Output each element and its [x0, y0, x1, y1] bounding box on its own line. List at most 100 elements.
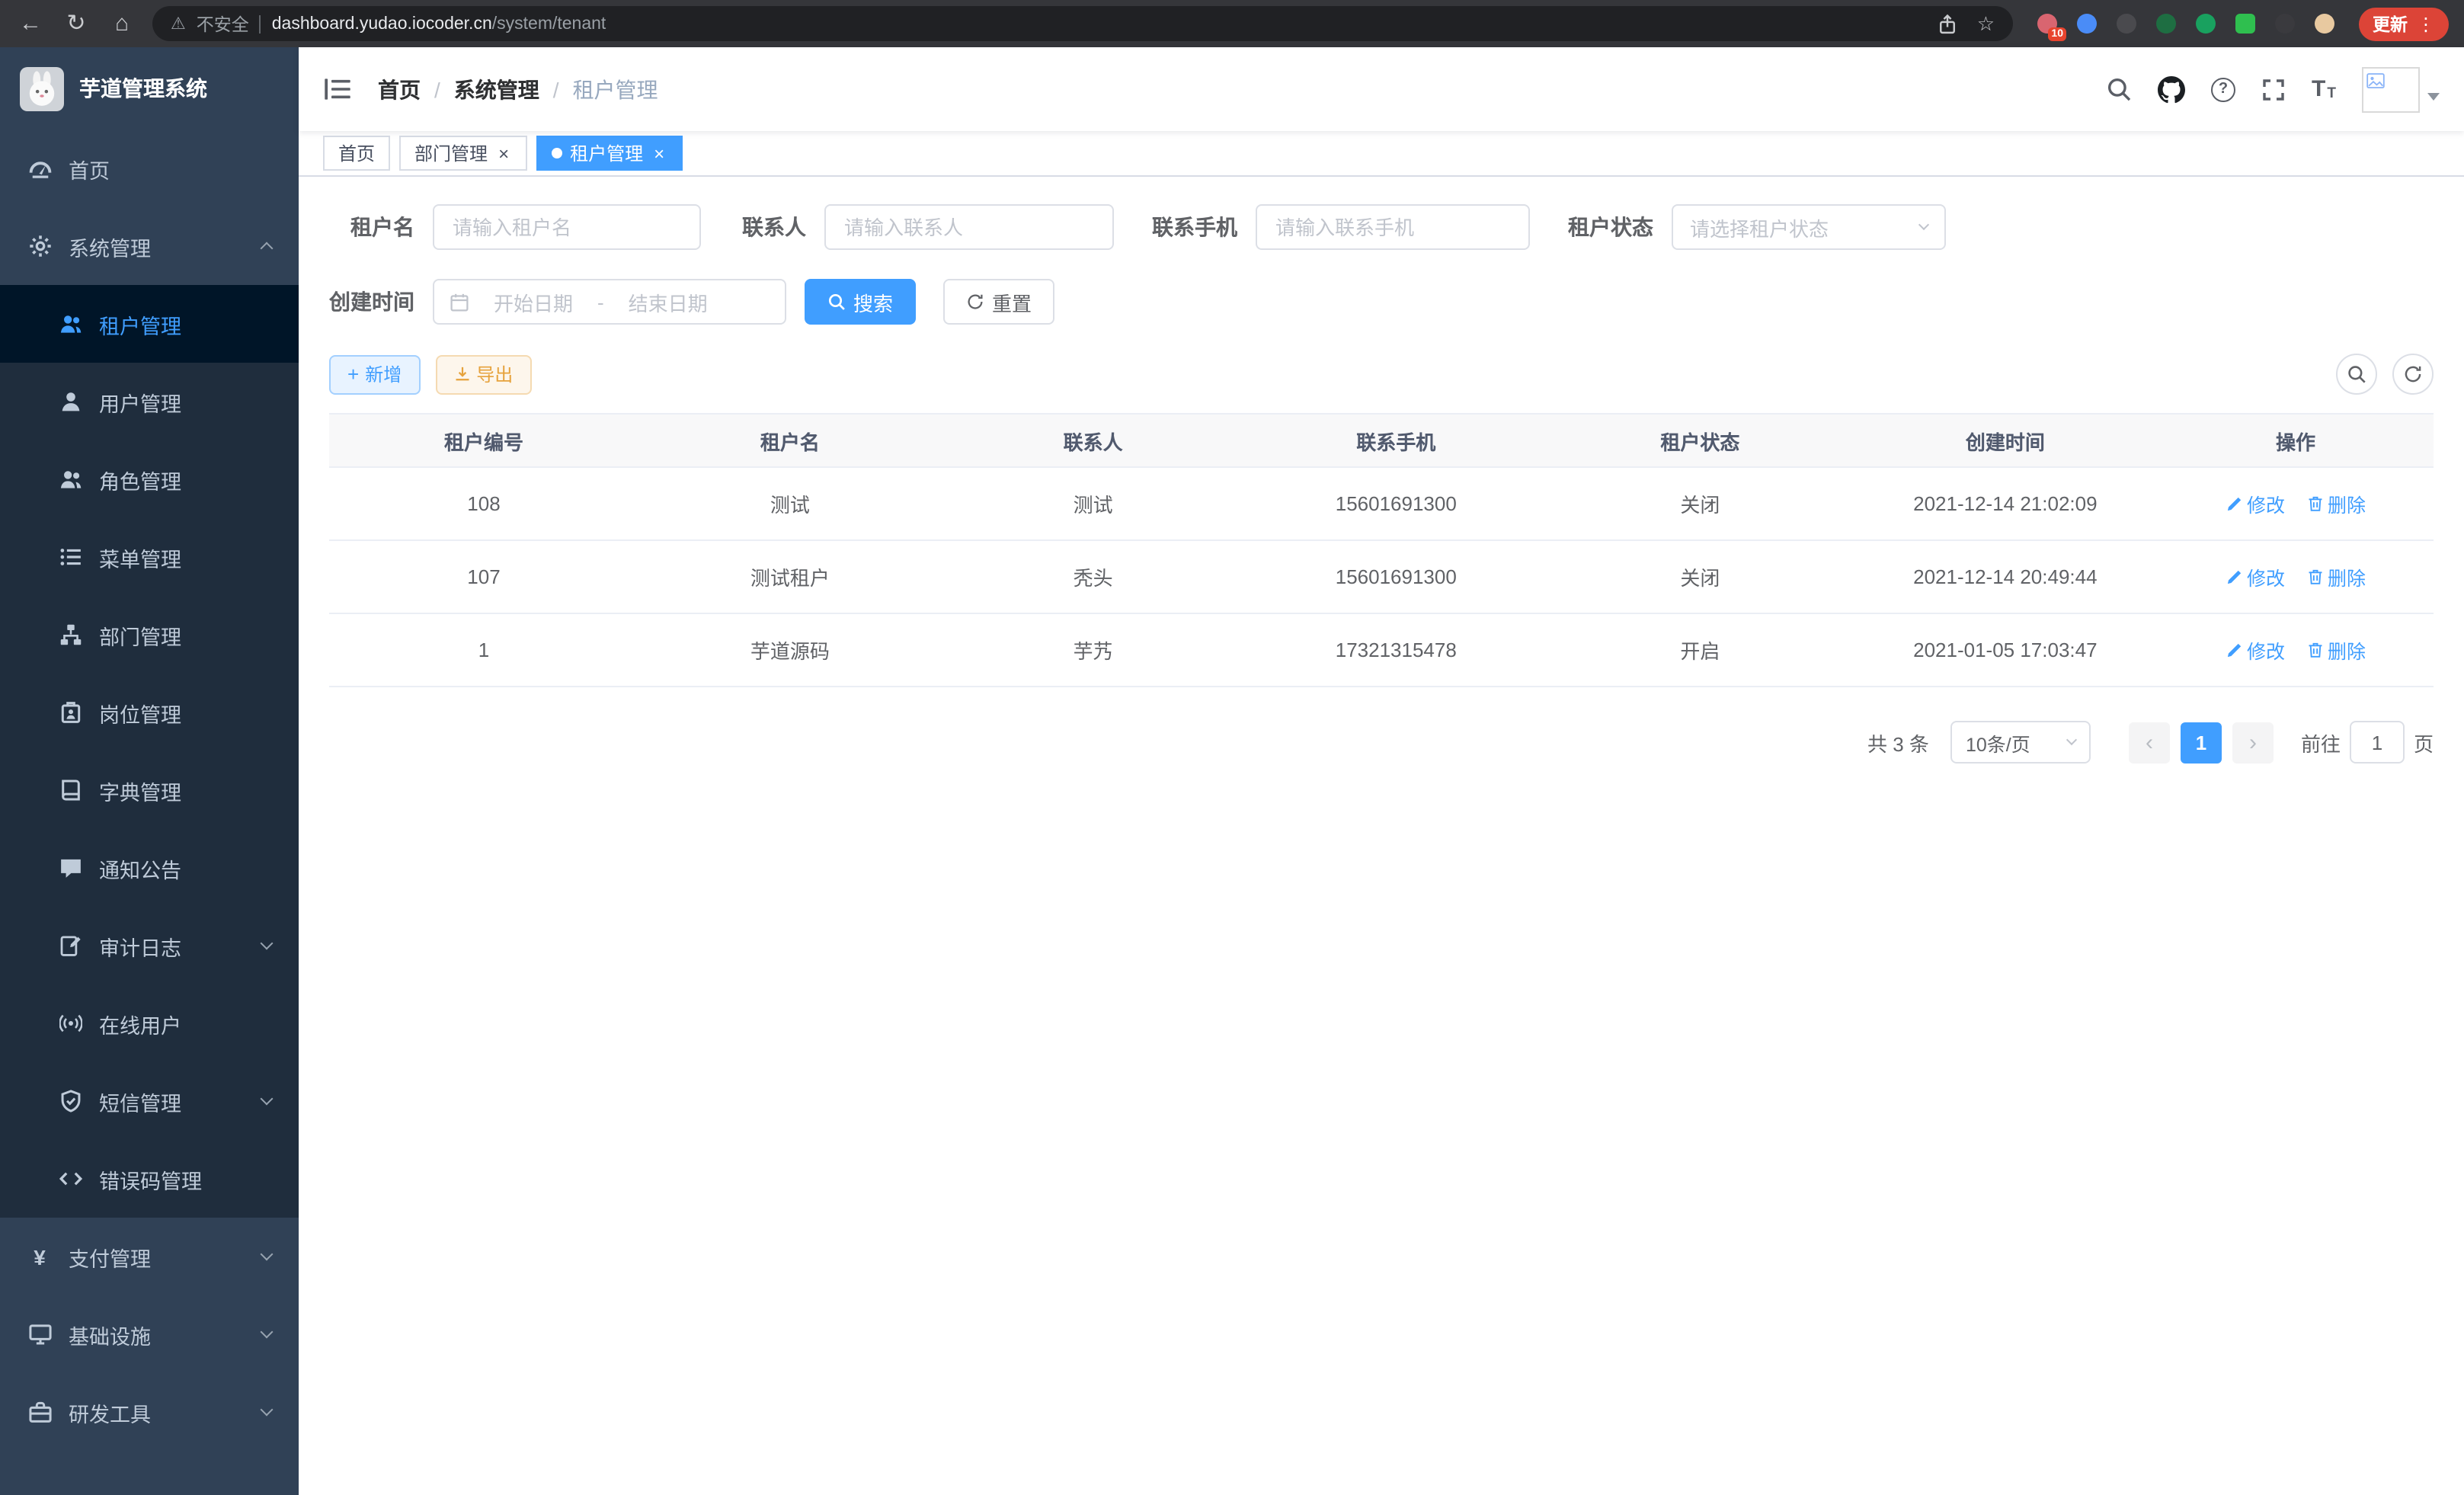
close-icon[interactable]: ×: [495, 142, 512, 164]
toggle-search-button[interactable]: [2336, 354, 2377, 395]
help-icon[interactable]: ?: [2211, 77, 2235, 101]
tenant-table: 租户编号 租户名 联系人 联系手机 租户状态 创建时间 操作 108 测试: [329, 413, 2434, 687]
status-cell: 关闭: [1547, 467, 1852, 540]
add-button[interactable]: + 新增: [329, 354, 420, 394]
refresh-button[interactable]: [2392, 354, 2434, 395]
sidebar-item-user[interactable]: 用户管理: [0, 363, 299, 440]
font-size-icon[interactable]: TT: [2312, 78, 2336, 101]
extension-icon-6[interactable]: [2232, 11, 2258, 37]
sidebar-item-system[interactable]: 系统管理: [0, 207, 299, 285]
col-tenant-id: 租户编号: [329, 414, 638, 467]
sidebar-item-role[interactable]: 角色管理: [0, 440, 299, 518]
chevron-down-icon: [1918, 219, 1929, 230]
close-icon[interactable]: ×: [651, 142, 667, 164]
filter-row-2: 创建时间 开始日期 - 结束日期 搜索 重置: [329, 279, 2434, 325]
tenant-name-input[interactable]: [433, 204, 701, 250]
breadcrumb: 首页 / 系统管理 / 租户管理: [378, 74, 658, 104]
dict-icon: [58, 779, 82, 802]
breadcrumb-system[interactable]: 系统管理: [454, 74, 539, 104]
github-icon[interactable]: [2158, 75, 2185, 103]
yen-icon: ¥: [27, 1246, 52, 1267]
chevron-down-icon: [261, 1404, 274, 1417]
breadcrumb-home[interactable]: 首页: [378, 74, 421, 104]
chevron-up-icon: [261, 242, 274, 255]
sidebar-item-payment[interactable]: ¥ 支付管理: [0, 1218, 299, 1295]
tab-dept[interactable]: 部门管理 ×: [399, 136, 527, 171]
sidebar-item-menu[interactable]: 菜单管理: [0, 518, 299, 596]
next-page-button[interactable]: ›: [2232, 722, 2274, 763]
edit-link[interactable]: 修改: [2226, 635, 2285, 664]
browser-home-icon[interactable]: ⌂: [107, 12, 137, 35]
tab-tenant[interactable]: 租户管理 ×: [536, 136, 683, 171]
filter-row-1: 租户名 联系人 联系手机 租户状态 请选择租户状态: [329, 204, 2434, 250]
page-number-button[interactable]: 1: [2181, 722, 2222, 763]
sidebar-item-error-code[interactable]: 错误码管理: [0, 1140, 299, 1218]
menu-list-icon: [58, 546, 82, 568]
tenant-status-select[interactable]: 请选择租户状态: [1672, 204, 1946, 250]
page-size-select[interactable]: 10条/页: [1950, 721, 2091, 764]
edit-link[interactable]: 修改: [2226, 489, 2285, 518]
extension-icon-5[interactable]: [2193, 11, 2219, 37]
edit-link[interactable]: 修改: [2226, 562, 2285, 591]
extension-icon-1[interactable]: 10: [2034, 11, 2060, 37]
phone-input[interactable]: [1256, 204, 1530, 250]
search-icon[interactable]: [2106, 76, 2132, 102]
sidebar-item-infra[interactable]: 基础设施: [0, 1295, 299, 1373]
status-cell: 关闭: [1547, 540, 1852, 613]
delete-link[interactable]: 删除: [2306, 489, 2366, 518]
chevron-down-icon: [261, 1248, 274, 1261]
sidebar-item-sms[interactable]: 短信管理: [0, 1062, 299, 1140]
pagination: 共 3 条 10条/页 ‹ 1 › 前往 页: [329, 721, 2434, 764]
extension-icon-3[interactable]: [2114, 11, 2139, 37]
sidebar-item-audit-log[interactable]: 审计日志: [0, 907, 299, 984]
sidebar-item-online-user[interactable]: 在线用户: [0, 984, 299, 1062]
browser-update-button[interactable]: 更新 ⋮: [2359, 7, 2449, 40]
export-button[interactable]: 导出: [435, 354, 531, 394]
reset-button[interactable]: 重置: [943, 279, 1054, 325]
extension-icon-2[interactable]: [2074, 11, 2100, 37]
chevron-down-icon: [261, 1326, 274, 1339]
sidebar-item-post[interactable]: 岗位管理: [0, 674, 299, 751]
col-phone: 联系手机: [1244, 414, 1547, 467]
date-separator: -: [597, 290, 604, 313]
app-title: 芋道管理系统: [79, 73, 207, 104]
create-time-range-picker[interactable]: 开始日期 - 结束日期: [433, 279, 786, 325]
share-icon[interactable]: [1938, 13, 1959, 34]
role-icon: [58, 468, 82, 491]
security-label: 不安全: [197, 11, 249, 36]
sidebar-item-dict[interactable]: 字典管理: [0, 751, 299, 829]
browser-menu-icon[interactable]: ⋮: [2417, 13, 2435, 34]
search-button[interactable]: 搜索: [805, 279, 916, 325]
prev-page-button[interactable]: ‹: [2129, 722, 2170, 763]
browser-reload-icon[interactable]: ↻: [61, 12, 91, 35]
sidebar-item-dept[interactable]: 部门管理: [0, 596, 299, 674]
screen: ← ↻ ⌂ ⚠ 不安全 dashboard.yudao.iocoder.cn/s…: [0, 0, 2464, 1495]
user-avatar[interactable]: [2362, 66, 2440, 112]
chevron-down-icon: [261, 1093, 274, 1106]
tab-home[interactable]: 首页: [323, 136, 390, 171]
page-unit-label: 页: [2414, 728, 2434, 757]
delete-link[interactable]: 删除: [2306, 562, 2366, 591]
col-operations: 操作: [2158, 414, 2434, 467]
extension-pin-icon[interactable]: [2272, 11, 2298, 37]
sidebar-item-notice[interactable]: 通知公告: [0, 829, 299, 907]
extension-icon-4[interactable]: [2153, 11, 2179, 37]
bookmark-star-icon[interactable]: ☆: [1977, 11, 1995, 36]
contact-label: 联系人: [739, 212, 824, 242]
sidebar-item-tenant[interactable]: 租户管理: [0, 285, 299, 363]
browser-back-icon[interactable]: ←: [15, 12, 46, 35]
col-tenant-name: 租户名: [638, 414, 942, 467]
breadcrumb-separator: /: [434, 77, 440, 101]
fullscreen-icon[interactable]: [2261, 77, 2286, 101]
sidebar-toggle-icon[interactable]: [323, 75, 352, 104]
extension-icon-8[interactable]: [2312, 11, 2338, 37]
sidebar-item-home[interactable]: 首页: [0, 130, 299, 207]
delete-link[interactable]: 删除: [2306, 635, 2366, 664]
caret-down-icon: [2427, 93, 2440, 101]
avatar-image-placeholder: [2362, 66, 2420, 112]
date-start-placeholder: 开始日期: [478, 287, 588, 316]
browser-address-bar[interactable]: ⚠ 不安全 dashboard.yudao.iocoder.cn/system/…: [152, 6, 2013, 41]
goto-page-input[interactable]: [2350, 721, 2405, 764]
sidebar-item-devtool[interactable]: 研发工具: [0, 1373, 299, 1451]
contact-input[interactable]: [824, 204, 1114, 250]
